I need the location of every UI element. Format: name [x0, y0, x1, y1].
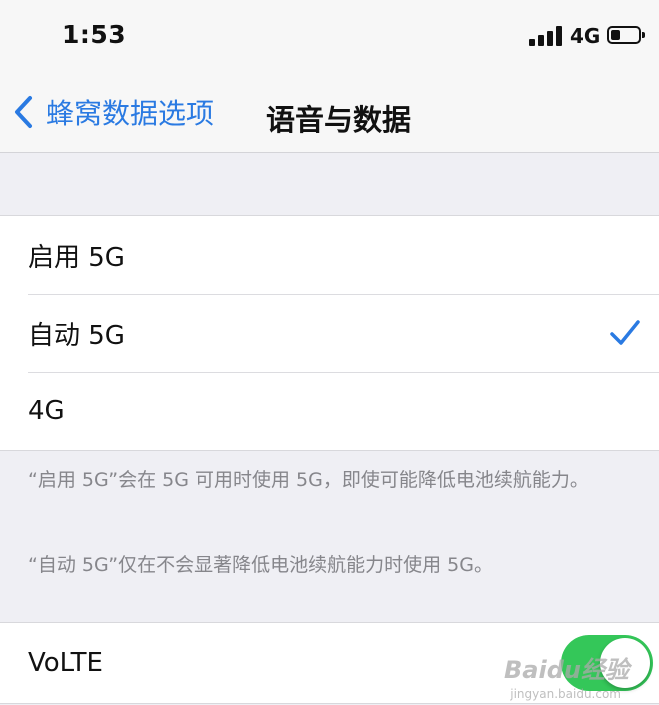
option-label: 自动 5G	[28, 320, 125, 351]
back-button-label: 蜂窝数据选项	[46, 97, 215, 130]
option-4g[interactable]: 4G	[0, 372, 659, 450]
status-bar: 1:53 4G	[0, 0, 659, 72]
network-mode-list: 启用 5G 自动 5G 4G	[0, 215, 659, 451]
status-time: 1:53	[62, 20, 127, 49]
battery-icon	[607, 26, 641, 44]
checkmark-icon	[610, 320, 640, 345]
volte-label: VoLTE	[28, 648, 103, 678]
network-type-label: 4G	[570, 24, 601, 48]
page-title: 语音与数据	[266, 103, 412, 137]
battery-cap-icon	[642, 32, 645, 38]
option-label: 启用 5G	[28, 242, 125, 273]
option-label: 4G	[28, 396, 65, 426]
status-indicators: 4G	[499, 24, 659, 50]
navigation-bar: 蜂窝数据选项 语音与数据	[0, 72, 659, 153]
footer-note-5g-on: “启用 5G”会在 5G 可用时使用 5G，即使可能降低电池续航能力。	[28, 469, 589, 491]
chevron-left-icon	[15, 96, 32, 128]
back-button[interactable]: 蜂窝数据选项	[12, 90, 214, 134]
watermark-logo: Baidu经验	[504, 656, 629, 684]
signal-strength-icon	[529, 26, 563, 46]
option-5g-auto[interactable]: 自动 5G	[0, 294, 659, 372]
footer-note-5g-auto: “自动 5G”仅在不会显著降低电池续航能力时使用 5G。	[28, 554, 493, 576]
watermark-url: jingyan.baidu.com	[510, 687, 621, 701]
battery-level-fill	[611, 30, 620, 40]
option-5g-on[interactable]: 启用 5G	[0, 216, 659, 294]
